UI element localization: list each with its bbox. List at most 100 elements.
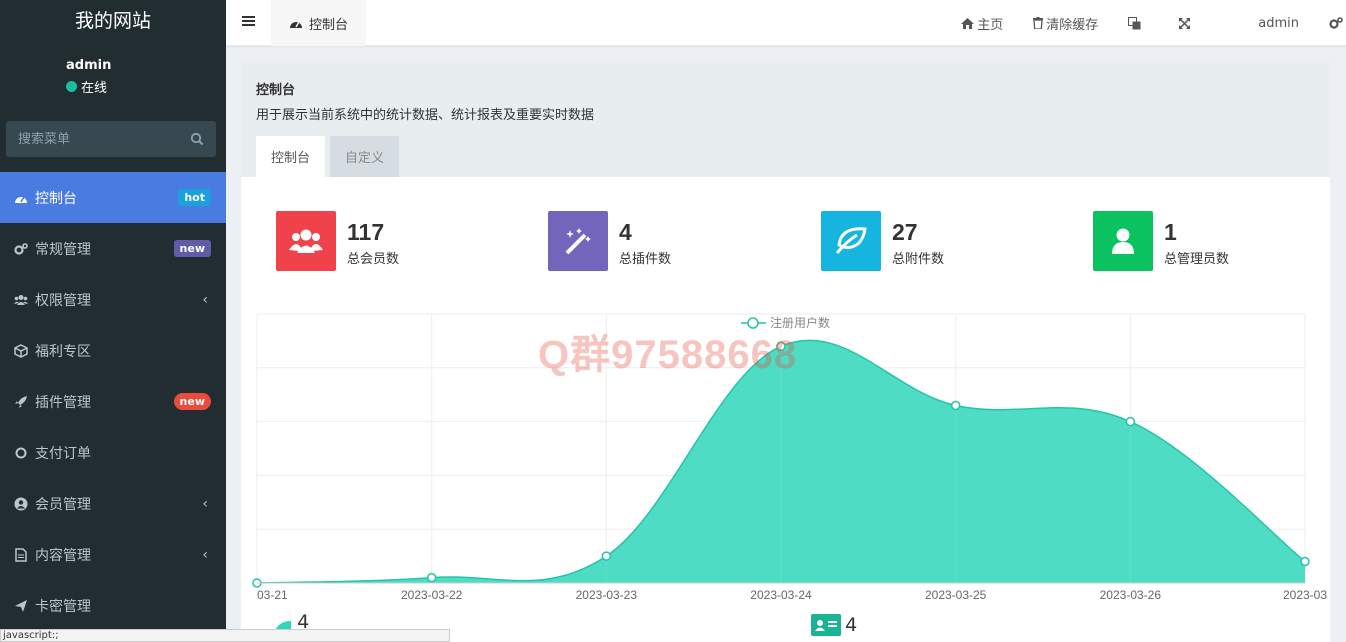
users-icon	[276, 211, 336, 271]
stat-plugins: 4 总插件数	[548, 211, 671, 271]
file-icon	[14, 547, 28, 562]
home-icon	[961, 17, 975, 29]
sidebar-item-welfare[interactable]: 福利专区	[0, 325, 226, 376]
translate-icon	[1128, 16, 1141, 29]
sidebar: 我的网站 admin 在线 控制台 hot 常规管理 new 权限管理 ‹ 福利…	[0, 0, 226, 642]
settings-button[interactable]	[1329, 16, 1346, 30]
chevron-left-icon: ‹	[202, 495, 208, 512]
magic-wand-icon	[548, 211, 608, 271]
trash-icon	[1033, 17, 1044, 29]
stat-attachments: 27 总附件数	[821, 211, 944, 271]
user-status-label: 在线	[81, 81, 108, 96]
sidebar-item-label: 会员管理	[35, 496, 91, 513]
x-tick-label: 03-21	[257, 588, 288, 602]
user-circle-icon	[14, 497, 28, 511]
sidebar-item-general[interactable]: 常规管理 new	[0, 223, 226, 274]
cube-icon	[14, 343, 28, 358]
cogs-icon	[14, 242, 28, 256]
tab-dashboard[interactable]: 控制台	[271, 0, 366, 46]
sidebar-item-label: 卡密管理	[35, 598, 91, 615]
sidebar-item-label: 权限管理	[35, 292, 91, 309]
new-badge: new	[173, 240, 211, 257]
leaf-icon	[821, 211, 881, 271]
language-toggle[interactable]	[1128, 16, 1144, 30]
sidebar-item-orders[interactable]: 支付订单	[0, 427, 226, 478]
paper-plane-icon	[14, 599, 28, 613]
sidebar-item-content[interactable]: 内容管理 ‹	[0, 529, 226, 580]
fullscreen-button[interactable]	[1178, 17, 1194, 30]
x-tick-label: 2023-03	[1283, 588, 1327, 602]
clear-cache-button[interactable]: 清除缓存	[1033, 14, 1098, 33]
bottom-value-right: 4	[845, 614, 858, 636]
circle-icon	[14, 446, 28, 460]
data-point	[1300, 556, 1310, 567]
sidebar-item-label: 内容管理	[35, 547, 91, 564]
panel-title: 控制台	[256, 83, 296, 98]
data-point	[950, 400, 961, 411]
sidebar-menu: 控制台 hot 常规管理 new 权限管理 ‹ 福利专区 插件管理 new 支付…	[0, 172, 226, 631]
menu-search	[6, 121, 216, 157]
hot-badge: hot	[178, 189, 211, 206]
online-dot-icon	[66, 81, 77, 92]
watermark-text: Q群97588668	[538, 333, 798, 377]
stat-members: 117 总会员数	[276, 211, 399, 271]
users-icon	[14, 293, 28, 307]
tab-dashboard-label: 控制台	[308, 17, 348, 33]
x-tick-label: 2023-03-23	[576, 588, 638, 602]
x-tick-label: 2023-03-25	[925, 588, 987, 602]
topbar-right: 主页 清除缓存 admin	[961, 0, 1346, 46]
x-tick-label: 2023-03-26	[1100, 588, 1162, 602]
sidebar-username: admin	[66, 58, 112, 73]
stat-value: 4	[619, 219, 632, 245]
stat-value: 27	[892, 219, 918, 245]
clear-cache-label: 清除缓存	[1046, 17, 1099, 33]
user-panel: admin 在线	[0, 42, 226, 110]
hamburger-icon[interactable]	[242, 14, 255, 28]
panel-tabs: 控制台 自定义	[256, 136, 404, 177]
user-status: 在线	[66, 77, 226, 96]
sidebar-item-dashboard[interactable]: 控制台 hot	[0, 172, 226, 223]
x-tick-label: 2023-03-22	[401, 588, 463, 602]
id-card-icon	[811, 614, 841, 636]
topbar-username: admin	[1258, 15, 1299, 31]
rocket-icon	[14, 395, 28, 409]
tab-custom[interactable]: 自定义	[330, 136, 400, 177]
stat-admins: 1 总管理员数	[1093, 211, 1229, 271]
sidebar-item-plugins[interactable]: 插件管理 new	[0, 376, 226, 427]
user-icon	[1093, 211, 1153, 271]
stat-label: 总附件数	[892, 252, 945, 267]
home-link[interactable]: 主页	[961, 14, 1003, 33]
data-point	[601, 551, 612, 561]
sidebar-item-permissions[interactable]: 权限管理 ‹	[0, 274, 226, 325]
fullscreen-icon	[1179, 17, 1191, 29]
chevron-left-icon: ‹	[202, 546, 208, 563]
gears-icon	[1329, 17, 1343, 29]
data-point	[426, 572, 437, 583]
menu-search-input[interactable]	[18, 131, 190, 147]
top-navbar: 控制台 主页 清除缓存 admin	[226, 0, 1346, 46]
sidebar-item-members[interactable]: 会员管理 ‹	[0, 478, 226, 529]
stat-label: 总管理员数	[1164, 252, 1230, 267]
x-tick-label: 2023-03-24	[750, 588, 812, 602]
search-icon[interactable]	[190, 132, 204, 146]
stat-value: 1	[1164, 219, 1177, 245]
user-menu[interactable]: admin	[1258, 16, 1299, 31]
stat-value: 117	[347, 219, 385, 245]
site-logo[interactable]: 我的网站	[0, 0, 226, 42]
data-point	[1125, 416, 1136, 427]
tab-dashboard-panel[interactable]: 控制台	[256, 136, 326, 177]
chevron-left-icon: ‹	[202, 291, 208, 308]
panel-heading: 控制台 用于展示当前系统中的统计数据、统计报表及重要实时数据 控制台 自定义	[241, 61, 1330, 177]
sidebar-item-label: 福利专区	[35, 343, 91, 360]
home-link-label: 主页	[977, 17, 1004, 33]
panel-description: 用于展示当前系统中的统计数据、统计报表及重要实时数据	[256, 108, 595, 123]
dashboard-icon	[289, 21, 302, 28]
sidebar-item-label: 支付订单	[35, 445, 91, 462]
sidebar-item-cards[interactable]: 卡密管理	[0, 580, 226, 631]
stat-label: 总插件数	[619, 252, 672, 267]
browser-status-bar: javascript:;	[0, 629, 450, 642]
bottom-widget-right: 4	[811, 614, 857, 636]
dashboard-icon	[14, 191, 28, 205]
stat-label: 总会员数	[347, 252, 400, 267]
new-badge: new	[173, 393, 211, 410]
